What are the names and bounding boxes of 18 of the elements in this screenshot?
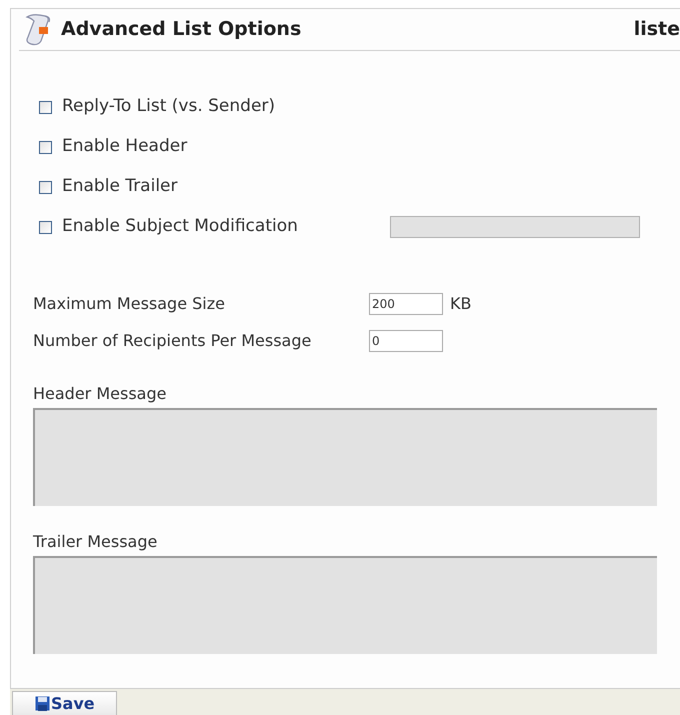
message-label: Header Message bbox=[33, 383, 168, 405]
save-button[interactable]: Save bbox=[12, 691, 117, 715]
checkbox-label: Reply-To List (vs. Sender) bbox=[62, 95, 276, 118]
checkbox[interactable] bbox=[39, 220, 52, 234]
number-field[interactable]: 200 bbox=[369, 293, 443, 315]
checkbox-label: Enable Trailer bbox=[62, 175, 178, 198]
checkbox-label: Enable Subject Modification bbox=[62, 215, 299, 238]
message-label: Trailer Message bbox=[33, 531, 158, 553]
checkbox[interactable] bbox=[39, 100, 52, 114]
page-title: Advanced List Options bbox=[61, 17, 302, 42]
unit-label: KB bbox=[450, 293, 472, 315]
checkbox[interactable] bbox=[39, 140, 52, 154]
checkbox-label: Enable Header bbox=[62, 135, 188, 158]
field-label: Maximum Message Size bbox=[33, 293, 226, 315]
number-field[interactable]: 0 bbox=[369, 330, 443, 352]
field-label: Number of Recipients Per Message bbox=[33, 330, 312, 352]
list-name: liste bbox=[634, 17, 680, 42]
checkbox[interactable] bbox=[39, 180, 52, 194]
